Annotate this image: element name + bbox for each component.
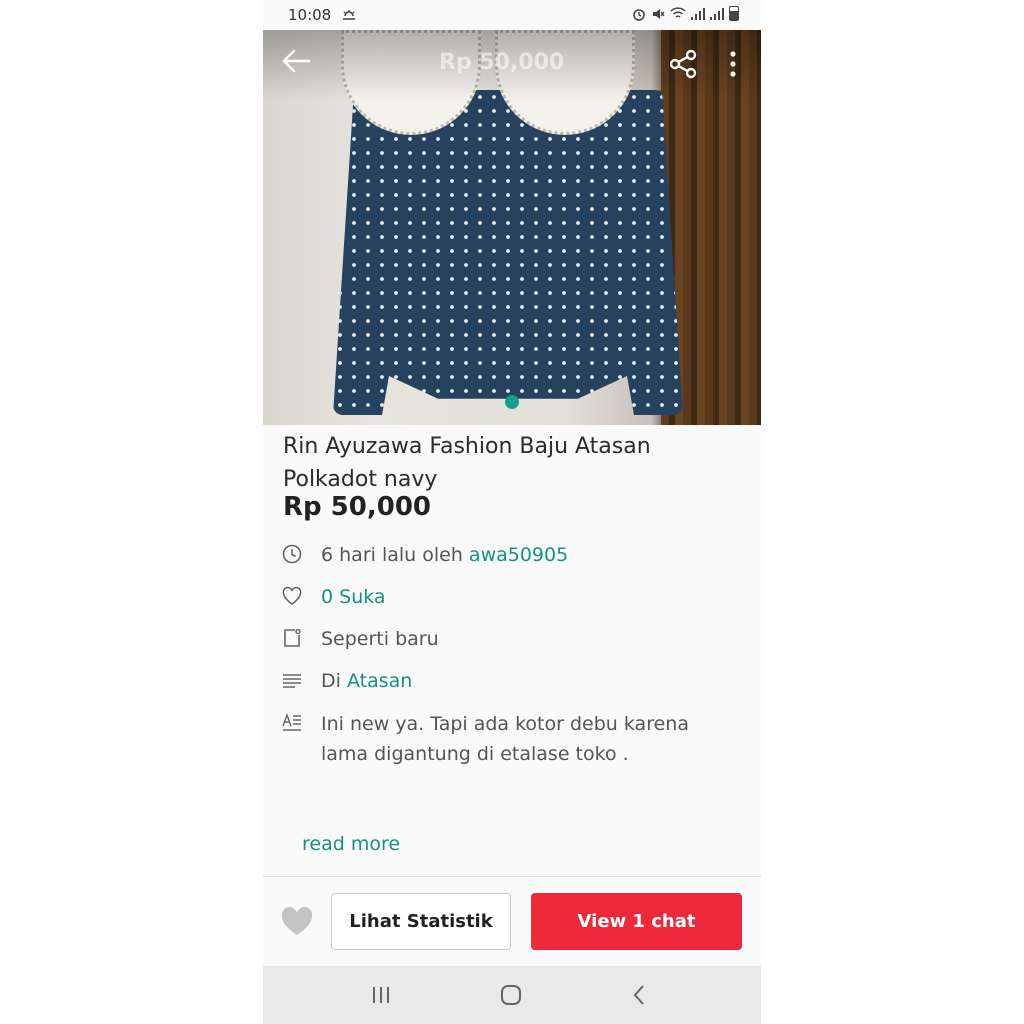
description-text: Ini new ya. Tapi ada kotor debu karena l… [321, 713, 689, 765]
alarm-icon [633, 8, 645, 21]
read-more-link[interactable]: read more [302, 833, 400, 855]
home-icon[interactable] [500, 984, 522, 1010]
back-arrow-icon[interactable] [281, 48, 315, 78]
more-vert-icon[interactable] [725, 48, 741, 84]
signal-icon-2 [710, 7, 724, 20]
category-prefix: Di [321, 670, 341, 692]
phone-screen: 10:08 Rp 50,000 Rin Ayuzawa Fashion Baju… [263, 0, 761, 1024]
view-chat-button[interactable]: View 1 chat [531, 893, 742, 950]
toolbar-price: Rp 50,000 [439, 50, 565, 75]
product-price: Rp 50,000 [283, 492, 432, 522]
status-time: 10:08 [288, 6, 332, 24]
signal-icon [691, 7, 705, 20]
favorite-heart-icon[interactable] [280, 907, 314, 939]
status-icons [632, 6, 739, 21]
action-bar: Lihat Statistik View 1 chat [263, 876, 761, 967]
carousel-indicator [505, 395, 519, 409]
seller-link[interactable]: awa50905 [469, 544, 568, 566]
status-bar: 10:08 [263, 0, 761, 30]
posted-text: 6 hari lalu oleh [321, 544, 463, 566]
product-image[interactable]: Rp 50,000 [263, 30, 761, 425]
back-nav-icon[interactable] [631, 984, 647, 1010]
condition-text: Seperti baru [321, 628, 439, 650]
system-nav-bar [263, 966, 761, 1024]
recent-apps-icon[interactable] [371, 984, 391, 1010]
share-icon[interactable] [667, 48, 699, 84]
list-icon [281, 669, 303, 691]
mute-icon [653, 8, 665, 19]
weather-icon [341, 7, 357, 25]
blouse-photo [333, 90, 683, 415]
product-title: Rin Ayuzawa Fashion Baju Atasan Polkadot… [283, 434, 651, 492]
heart-outline-icon [281, 585, 303, 607]
description-icon [281, 711, 303, 733]
wifi-icon [670, 7, 686, 18]
battery-icon [729, 6, 739, 21]
category-link[interactable]: Atasan [347, 670, 412, 692]
view-stats-button[interactable]: Lihat Statistik [331, 893, 511, 950]
likes-count[interactable]: 0 Suka [321, 583, 386, 611]
clock-icon [281, 543, 303, 565]
tag-icon [281, 627, 303, 649]
